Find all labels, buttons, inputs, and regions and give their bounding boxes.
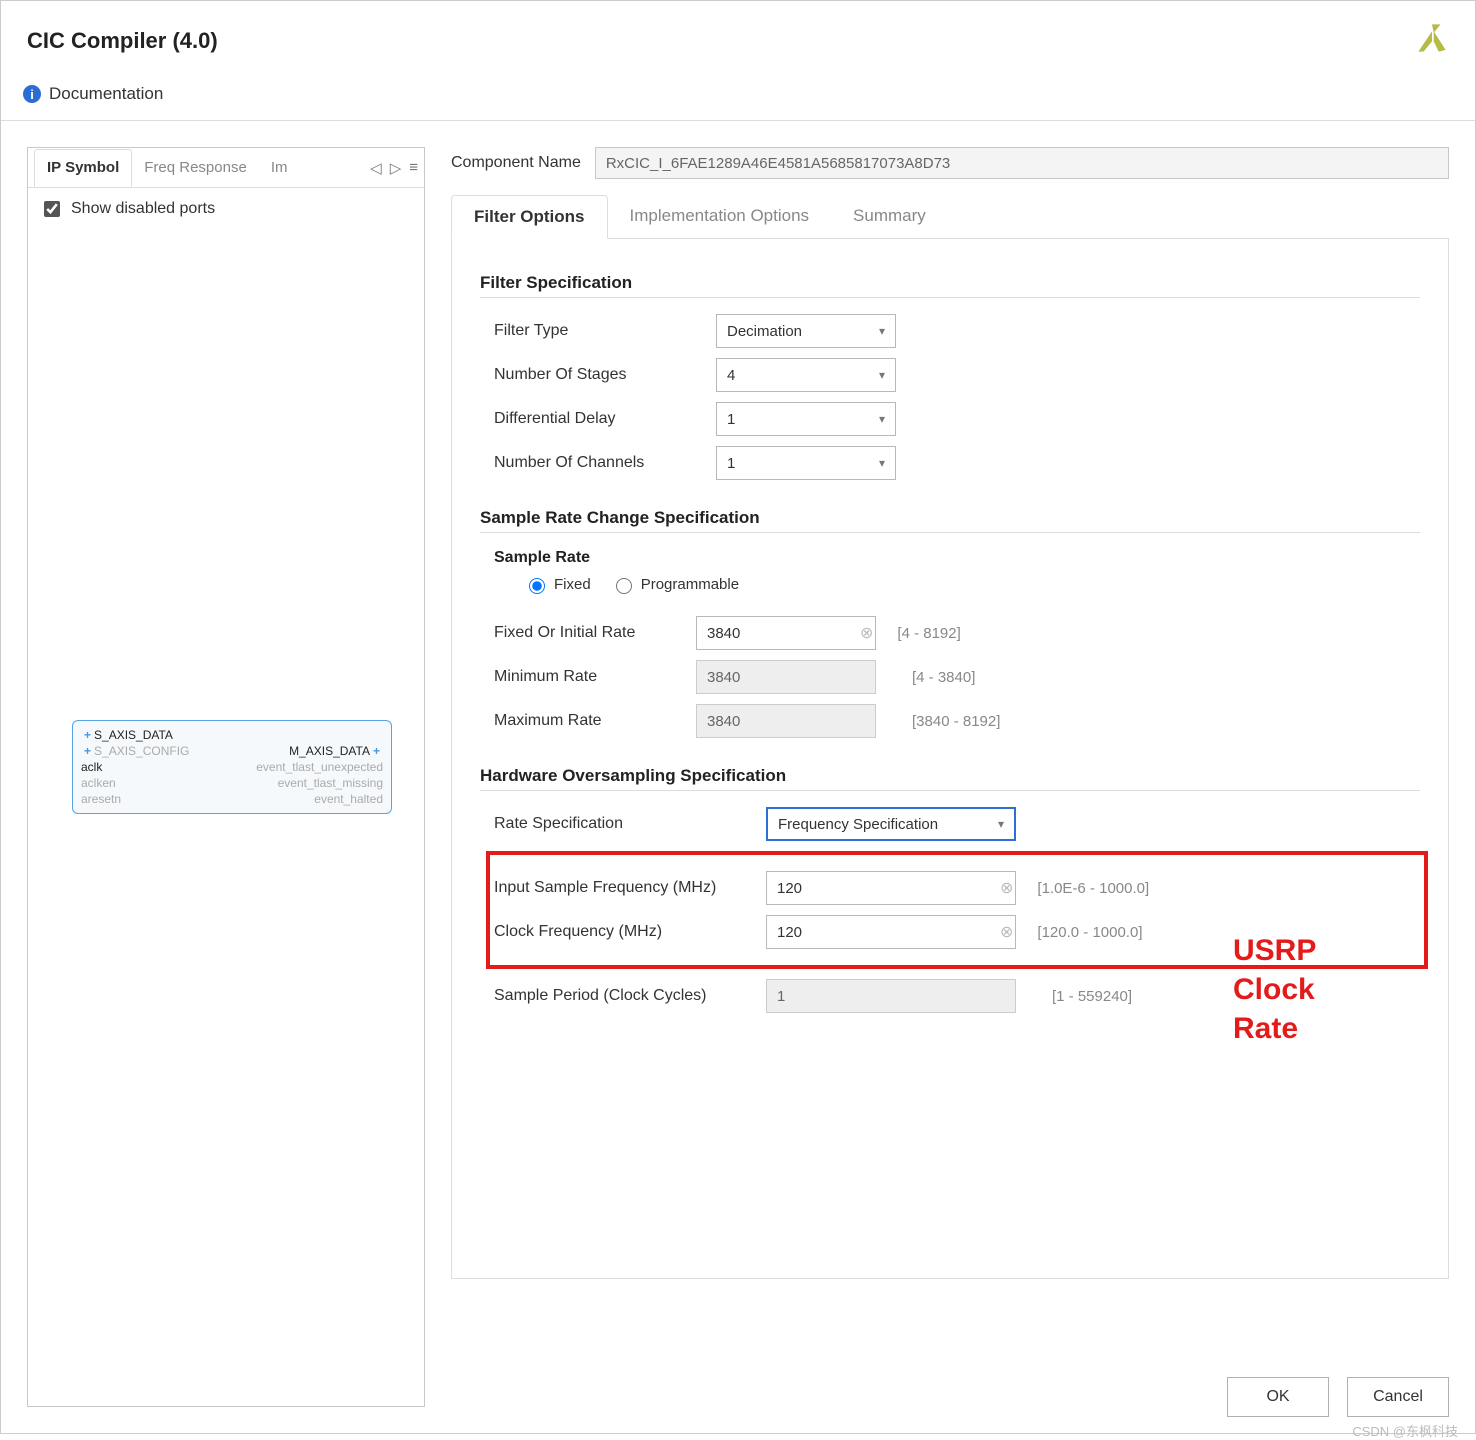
diff-delay-select[interactable]: 1▾ — [716, 402, 896, 436]
filter-type-select[interactable]: Decimation▾ — [716, 314, 896, 348]
component-name-input — [595, 147, 1449, 179]
radio-fixed-label: Fixed — [554, 576, 591, 593]
ip-block: +S_AXIS_DATA +S_AXIS_CONFIGM_AXIS_DATA+ … — [72, 720, 392, 814]
input-sample-freq-input[interactable] — [766, 871, 1016, 905]
rate-spec-label: Rate Specification — [494, 815, 754, 833]
diff-delay-label: Differential Delay — [494, 410, 704, 428]
min-rate-input — [696, 660, 876, 694]
max-rate-hint: [3840 - 8192] — [912, 713, 1000, 730]
sample-period-hint: [1 - 559240] — [1052, 988, 1132, 1005]
rate-change-heading: Sample Rate Change Specification — [480, 508, 1420, 528]
ok-button[interactable]: OK — [1227, 1377, 1329, 1417]
filter-type-label: Filter Type — [494, 322, 704, 340]
max-rate-input — [696, 704, 876, 738]
max-rate-label: Maximum Rate — [494, 712, 684, 730]
tab-nav-prev-icon[interactable]: ◁ — [370, 159, 382, 177]
annotation-callout: USRP Clock Rate — [1233, 931, 1316, 1048]
fixed-rate-hint: [4 - 8192] — [897, 625, 960, 642]
radio-programmable[interactable] — [616, 578, 632, 594]
num-channels-label: Number Of Channels — [494, 454, 704, 472]
cancel-button[interactable]: Cancel — [1347, 1377, 1449, 1417]
page-title: CIC Compiler (4.0) — [27, 28, 218, 54]
show-disabled-ports-checkbox[interactable] — [44, 201, 60, 217]
sample-rate-subheading: Sample Rate — [494, 549, 1420, 567]
clear-icon[interactable]: ⊗ — [1000, 922, 1013, 942]
watermark: CSDN @东枫科技 — [1352, 1421, 1458, 1440]
radio-programmable-label: Programmable — [641, 576, 739, 593]
input-sample-freq-label: Input Sample Frequency (MHz) — [494, 879, 754, 897]
info-icon: i — [23, 85, 41, 103]
clock-freq-input[interactable] — [766, 915, 1016, 949]
right-panel: Component Name Filter Options Implementa… — [451, 147, 1449, 1407]
input-sample-freq-hint: [1.0E-6 - 1000.0] — [1037, 880, 1149, 897]
tab-im-truncated[interactable]: Im — [259, 150, 299, 186]
sample-period-label: Sample Period (Clock Cycles) — [494, 987, 754, 1005]
hw-oversampling-heading: Hardware Oversampling Specification — [480, 766, 1420, 786]
min-rate-hint: [4 - 3840] — [912, 669, 975, 686]
left-panel: IP Symbol Freq Response Im ◁ ▷ ≡ Show di… — [27, 147, 425, 1407]
sample-period-input — [766, 979, 1016, 1013]
clear-icon[interactable]: ⊗ — [1000, 878, 1013, 898]
rate-spec-select[interactable]: Frequency Specification▾ — [766, 807, 1016, 841]
chevron-down-icon: ▾ — [879, 412, 885, 426]
filter-spec-heading: Filter Specification — [480, 273, 1420, 293]
component-name-label: Component Name — [451, 154, 581, 172]
chevron-down-icon: ▾ — [998, 817, 1004, 831]
fixed-rate-input[interactable] — [696, 616, 876, 650]
show-disabled-ports-label: Show disabled ports — [71, 200, 215, 218]
radio-fixed[interactable] — [529, 578, 545, 594]
tab-menu-icon[interactable]: ≡ — [409, 159, 418, 176]
tab-nav-next-icon[interactable]: ▷ — [390, 159, 402, 177]
num-stages-label: Number Of Stages — [494, 366, 704, 384]
xilinx-logo-icon — [1415, 21, 1449, 60]
chevron-down-icon: ▾ — [879, 324, 885, 338]
clear-icon[interactable]: ⊗ — [860, 623, 873, 643]
clock-freq-hint: [120.0 - 1000.0] — [1037, 924, 1142, 941]
chevron-down-icon: ▾ — [879, 456, 885, 470]
tab-freq-response[interactable]: Freq Response — [132, 150, 259, 186]
tab-ip-symbol[interactable]: IP Symbol — [34, 149, 132, 187]
num-stages-select[interactable]: 4▾ — [716, 358, 896, 392]
tab-summary[interactable]: Summary — [831, 195, 948, 238]
documentation-link[interactable]: Documentation — [49, 84, 163, 104]
num-channels-select[interactable]: 1▾ — [716, 446, 896, 480]
tab-filter-options[interactable]: Filter Options — [451, 195, 608, 239]
ip-symbol-canvas[interactable]: +S_AXIS_DATA +S_AXIS_CONFIGM_AXIS_DATA+ … — [28, 230, 424, 1406]
chevron-down-icon: ▾ — [879, 368, 885, 382]
min-rate-label: Minimum Rate — [494, 668, 684, 686]
clock-freq-label: Clock Frequency (MHz) — [494, 923, 754, 941]
fixed-rate-label: Fixed Or Initial Rate — [494, 624, 684, 642]
tab-implementation-options[interactable]: Implementation Options — [608, 195, 832, 238]
